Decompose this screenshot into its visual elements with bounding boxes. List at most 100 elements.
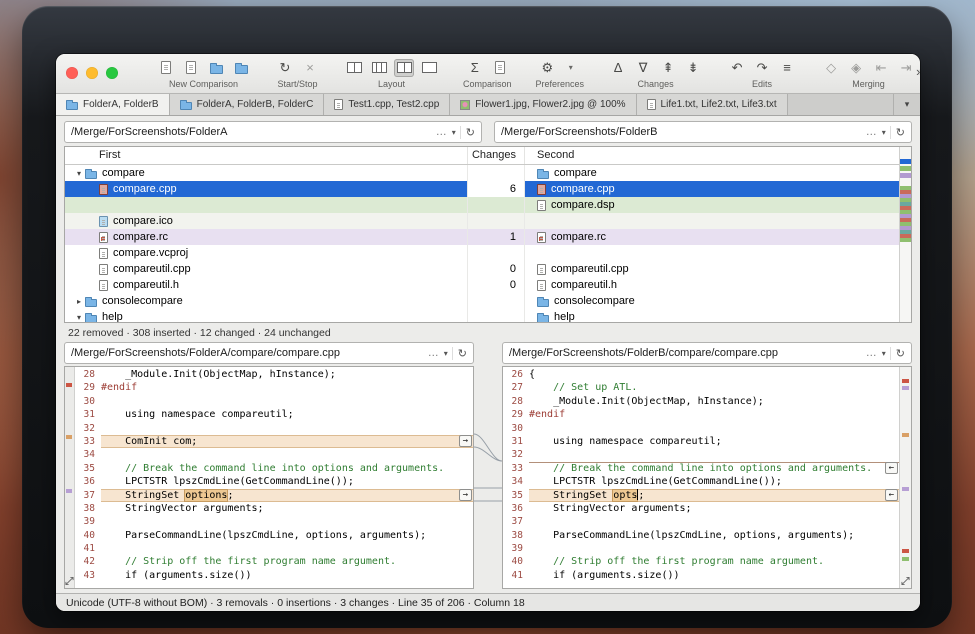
close-window-icon[interactable] [66,67,78,79]
push-change-left-button[interactable]: ← [885,462,898,474]
tab-menu-button[interactable]: ▾ [893,94,920,115]
right-pane-diff-map[interactable] [899,367,911,588]
code-line[interactable]: 34 [75,448,473,461]
column-header-second[interactable]: Second [525,147,911,164]
start-comparison-icon[interactable]: ↻ [275,59,295,77]
folder-diff-map[interactable] [899,147,911,322]
stop-comparison-icon[interactable]: × [300,59,320,77]
chevron-down-icon[interactable]: ▾ [882,128,886,137]
code-line[interactable]: 27 // Set up ATL. [503,381,899,394]
path-history-icon[interactable]: ↻ [890,347,905,360]
zoom-window-icon[interactable] [106,67,118,79]
folder-row-compare-ico[interactable]: compare.ico [65,213,911,229]
code-line[interactable]: 35 StringSet opts;← [503,489,899,502]
preferences-gear-icon[interactable]: ⚙ [537,59,557,77]
code-line[interactable]: 43 if (arguments.size()) [75,569,473,582]
code-line[interactable]: 41 [75,542,473,555]
chevron-down-icon[interactable]: ▾ [452,128,456,137]
new-image-comparison-icon[interactable] [181,59,201,77]
folder-row-compare-rc[interactable]: compare.rc1compare.rc [65,229,911,245]
code-line[interactable]: 40 ParseCommandLine(lpszCmdLine, options… [75,529,473,542]
folder-path-left[interactable]: /Merge/ForScreenshots/FolderA … ▾ ↻ [64,121,482,143]
column-header-first[interactable]: First [65,147,467,164]
code-line[interactable]: 35 // Break the command line into option… [75,462,473,475]
code-line[interactable]: 42 // Strip off the first program name a… [75,555,473,568]
code-line[interactable]: 36 StringVector arguments; [503,502,899,515]
path-options-button[interactable]: … [436,126,447,138]
push-change-left-button[interactable]: ← [885,489,898,501]
folder-row-compare-cpp[interactable]: compare.cpp6compare.cpp [65,181,911,197]
folder-row-compare-vcproj[interactable]: compare.vcproj [65,245,911,261]
code-pane-left[interactable]: 28 _Module.Init(ObjectMap, hInstance);29… [64,366,474,589]
new-folder-comparison-icon[interactable] [206,59,226,77]
folder-row-consolecompare[interactable]: ▸consolecompareconsolecompare [65,293,911,309]
path-options-button[interactable]: … [428,347,439,359]
code-line[interactable]: 29#endif [503,408,899,421]
next-change-icon[interactable]: ∇ [633,59,653,77]
code-line[interactable]: 41 if (arguments.size()) [503,569,899,582]
code-line[interactable]: 28 _Module.Init(ObjectMap, hInstance); [75,368,473,381]
tab-foldera-folderb-folderc[interactable]: FolderA, FolderB, FolderC [170,94,325,115]
new-text-comparison-icon[interactable] [156,59,176,77]
layout-three-pane-icon[interactable] [369,59,389,77]
code-line[interactable]: 38 ParseCommandLine(lpszCmdLine, options… [503,529,899,542]
code-line[interactable]: 34 LPCTSTR lpszCmdLine(GetCommandLine())… [503,475,899,488]
code-line[interactable]: 38 StringVector arguments; [75,502,473,515]
code-line[interactable]: 26{ [503,368,899,381]
expand-pane-icon[interactable] [65,576,74,586]
comparison-summary-icon[interactable]: Σ [465,59,485,77]
code-line[interactable]: 32 [503,448,899,461]
toolbar-overflow-button[interactable]: » [916,64,920,79]
code-line[interactable]: 31 using namespace compareutil; [75,408,473,421]
push-change-right-button[interactable]: → [459,489,472,501]
folder-row-help[interactable]: ▾helphelp [65,309,911,323]
path-history-icon[interactable]: ↻ [460,126,475,139]
code-line[interactable]: 39 [75,515,473,528]
code-pane-right[interactable]: 26{27 // Set up ATL.28 _Module.Init(Obje… [502,366,912,589]
merge-all-icon[interactable]: ◈ [846,59,866,77]
edit-list-icon[interactable]: ≡ [777,59,797,77]
chevron-down-icon[interactable]: ▾ [882,349,886,358]
merge-diamond-icon[interactable]: ◇ [821,59,841,77]
folder-row-compare-dsp[interactable]: compare.dsp [65,197,911,213]
code-line[interactable]: 37 [503,515,899,528]
push-change-right-button[interactable]: → [459,435,472,447]
tab-foldera-folderb[interactable]: FolderA, FolderB [56,94,170,115]
first-change-icon[interactable]: ⇞ [658,59,678,77]
tree-chevron-icon[interactable]: ▾ [73,169,85,178]
last-change-icon[interactable]: ⇟ [683,59,703,77]
code-line[interactable]: 37 StringSet options;→ [75,489,473,502]
redo-icon[interactable]: ↷ [752,59,772,77]
code-line[interactable]: 36 LPCTSTR lpszCmdLine(GetCommandLine())… [75,475,473,488]
code-line[interactable]: 33 // Break the command line into option… [503,462,899,475]
file-path-right[interactable]: /Merge/ForScreenshots/FolderB/compare/co… [502,342,912,364]
code-line[interactable]: 39 [503,542,899,555]
code-line[interactable]: 32 [75,422,473,435]
chevron-down-icon[interactable]: ▾ [444,349,448,358]
layout-two-pane-icon[interactable] [344,59,364,77]
column-header-changes[interactable]: Changes [467,147,525,164]
code-line[interactable]: 31 using namespace compareutil; [503,435,899,448]
comparison-report-icon[interactable] [490,59,510,77]
merge-left-icon[interactable]: ⇤ [871,59,891,77]
code-line[interactable]: 40 // Strip off the first program name a… [503,555,899,568]
path-options-button[interactable]: … [866,347,877,359]
folder-row-compareutil-h[interactable]: compareutil.h0compareutil.h [65,277,911,293]
code-line[interactable]: 30 [503,422,899,435]
code-line[interactable]: 29#endif [75,381,473,394]
folder-row-compareutil-cpp[interactable]: compareutil.cpp0compareutil.cpp [65,261,911,277]
new-archive-comparison-icon[interactable] [231,59,251,77]
minimize-window-icon[interactable] [86,67,98,79]
code-line[interactable]: 28 _Module.Init(ObjectMap, hInstance); [503,395,899,408]
folder-row-compare[interactable]: ▾comparecompare [65,165,911,181]
tab-test1-cpp-test2-cpp[interactable]: Test1.cpp, Test2.cpp [324,94,450,115]
code-line[interactable]: 30 [75,395,473,408]
tree-chevron-icon[interactable]: ▸ [73,297,85,306]
code-line[interactable]: 33 ComInit com;→ [75,435,473,448]
layout-current-icon[interactable] [394,59,414,77]
tab-life1-txt-life2-txt-life3-txt[interactable]: Life1.txt, Life2.txt, Life3.txt [637,94,788,115]
path-history-icon[interactable]: ↻ [452,347,467,360]
tree-chevron-icon[interactable]: ▾ [73,313,85,322]
preferences-chevron-icon[interactable]: ▾ [562,59,582,77]
tab-flower1-jpg-flower2-jpg-100[interactable]: Flower1.jpg, Flower2.jpg @ 100% [450,94,636,115]
